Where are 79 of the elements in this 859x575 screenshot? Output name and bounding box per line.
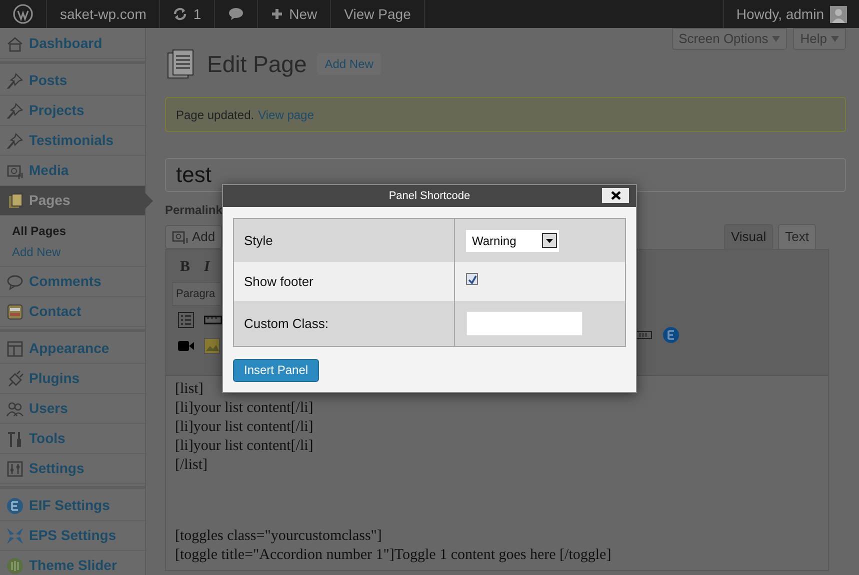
view-page-link[interactable]: View page [258,106,314,124]
pages-icon [6,192,24,210]
arrows-icon [6,526,24,544]
editor-tab[interactable]: Visual [724,224,774,249]
editor-text-line: [li]your list content[/li] [175,437,314,456]
round-badge-icon [662,326,680,344]
tools-icon [6,430,24,448]
footer-checkbox[interactable] [466,273,478,285]
pushpin-icon [6,102,24,120]
speech-bubble-icon [228,7,244,21]
caret-icon [831,36,839,42]
sidebar-menu-item[interactable]: Appearance [0,334,145,364]
plug-icon [6,370,24,388]
editor-text-line: [toggle title="Accordion number 1"]Toggle 1 content goes here [/toggle] [175,546,612,565]
format-dropdown[interactable]: Paragra [172,282,222,306]
add-new-button[interactable]: Add New [316,53,382,75]
style-dropdown[interactable]: Warning [466,230,559,252]
editor-text-line: [li]your list content[/li] [175,399,314,418]
house-icon [6,34,24,52]
insert-panel-button[interactable]: Insert Panel [233,358,320,382]
video-camera-icon [178,340,194,352]
caret-icon [772,36,780,42]
pushpin-icon [6,132,24,150]
page-title: Edit Page [207,50,307,79]
layout-icon [6,340,24,358]
settings-icon [6,460,24,478]
editor-tab[interactable]: Text [778,224,816,249]
sidebar-menu-item[interactable]: Settings [0,454,145,484]
italic-button[interactable]: I [204,256,210,278]
editor-text-line: [/list] [175,456,208,475]
camera-icon [172,229,188,245]
sidebar-menu-item[interactable]: Tools [0,424,145,454]
sidebar-menu-item[interactable]: EPS Settings [0,521,145,551]
field-label: Style [244,232,273,250]
permalink-label: Permalink [165,202,222,219]
submenu-item[interactable]: All Pages [0,220,145,241]
add-media-button[interactable]: Add [165,225,222,249]
round-badge-icon [6,496,24,514]
wordpress-logo-icon [13,4,33,24]
sidebar-menu-item[interactable]: Plugins [0,364,145,394]
form-icon [6,302,24,320]
sidebar-menu-item[interactable]: Contact [0,297,145,327]
sidebar-menu-item[interactable]: Theme Slider [0,551,145,575]
field-label: Show footer [244,272,314,291]
avatar-icon [830,6,847,22]
sidebar-menu-item[interactable]: Projects [0,96,145,126]
editor-text-line: [li]your list content[/li] [175,418,314,437]
users-icon [6,400,24,418]
sidebar-menu-item[interactable]: Comments [0,267,145,297]
submenu-item[interactable]: Add New [0,241,145,262]
caret-icon [546,238,553,242]
sidebar-menu-item[interactable]: Users [0,394,145,424]
pushpin-icon [6,72,24,90]
sidebar-menu-item[interactable]: Dashboard [0,29,145,59]
refresh-icon [173,7,188,21]
speech-bubble-icon [6,272,24,290]
notice-text: Page updated. [176,106,254,124]
close-button[interactable] [602,188,629,203]
field-label: Custom Class: [244,314,329,333]
custom-class-field[interactable] [466,311,583,336]
plus-icon [271,8,284,20]
editor-text-line: [list] [175,380,204,399]
keyboard-icon [636,331,652,339]
image-icon [204,338,220,354]
sidebar-menu-item[interactable]: EIF Settings [0,491,145,521]
list-icon [178,312,194,328]
new-link[interactable]: New [289,4,318,24]
toolbar-link[interactable]: View Page [344,4,411,24]
sidebar-menu-item[interactable]: Posts [0,66,145,96]
toolbar-link[interactable]: saket-wp.com [60,4,146,24]
greeting-link[interactable]: Howdy, admin [736,4,824,24]
round-slider-icon [6,556,24,574]
update-count[interactable]: 1 [193,4,202,24]
editor-text-line: [toggles class="yourcustomclass"] [175,527,382,546]
close-icon [610,191,620,200]
checkmark-icon [468,274,476,284]
sidebar-menu-item[interactable]: Testimonials [0,126,145,156]
ruler-icon [204,315,222,325]
bold-button[interactable]: B [180,256,190,278]
